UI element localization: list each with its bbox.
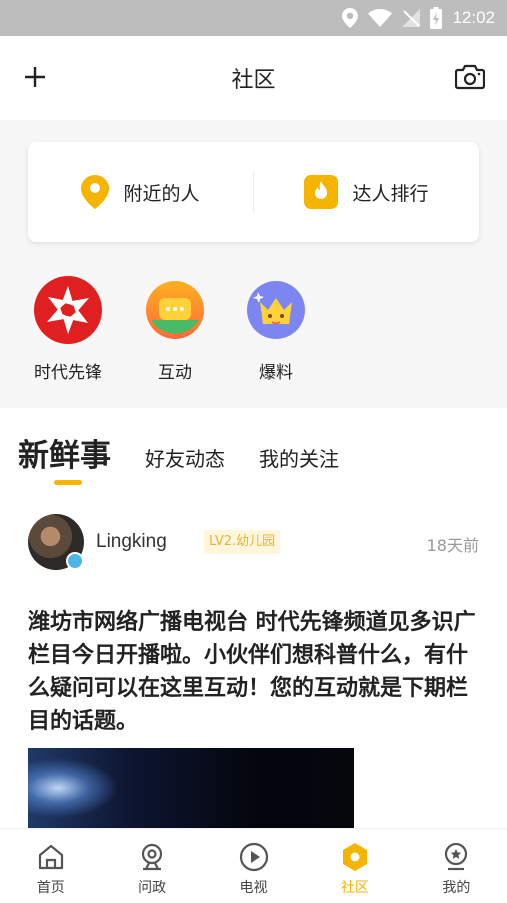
chat-bubble-icon [141,276,209,344]
feature-label: 时代先锋 [34,363,102,383]
feature-interaction[interactable]: 互动 [125,276,225,383]
nav-home[interactable]: 首页 [0,829,101,903]
image-light-flare [28,758,118,818]
expert-ranking-label: 达人排行 [352,182,429,205]
quick-links-card: 附近的人 达人排行 [28,142,479,242]
nav-label: 电视 [239,880,268,896]
no-signal-icon [402,9,421,27]
location-pin-icon [81,175,110,209]
flame-icon [304,175,339,209]
nav-label: 我的 [442,880,471,896]
post-text[interactable]: 潍坊市网络广播电视台 时代先锋频道见多识广 栏目今日开播啦。小伙伴们想科普什么，… [28,606,483,738]
nav-profile[interactable]: 我的 [406,829,507,903]
feature-pioneer[interactable]: 时代先锋 [18,276,118,383]
feature-scoop[interactable]: 爆料 [226,276,326,383]
nav-label: 社区 [340,880,369,896]
battery-charging-icon [430,7,443,29]
nav-label: 问政 [138,880,167,896]
bottom-navigation: 首页 问政 电视 社区 我的 [0,828,507,903]
status-bar: 12:02 [0,0,507,36]
avatar[interactable] [28,514,84,570]
post-username[interactable]: Lingking [96,531,167,553]
level-badge: LV2.幼儿园 [204,530,281,554]
feed-section: 新鲜事 好友动态 我的关注 Lingking LV2.幼儿园 18天前 潍坊市网… [0,408,507,828]
nav-politics[interactable]: 问政 [101,829,202,903]
status-time: 12:02 [452,8,495,27]
location-status-icon [342,8,359,28]
expert-ranking-button[interactable]: 达人排行 [254,142,479,242]
nearby-people-label: 附近的人 [123,182,200,205]
profile-star-icon [445,842,468,871]
verified-badge-icon [66,552,84,570]
add-icon[interactable] [22,64,48,90]
play-icon [239,842,268,872]
feature-label: 互动 [158,363,192,383]
nav-community[interactable]: 社区 [304,829,405,903]
hexagon-icon [342,843,367,871]
tab-following[interactable]: 我的关注 [259,443,339,472]
post-time: 18天前 [426,536,479,555]
post-image[interactable] [28,748,354,828]
camera-icon[interactable] [455,64,485,90]
nav-tv[interactable]: 电视 [203,829,304,903]
post-header: Lingking LV2.幼儿园 18天前 [28,514,479,572]
feature-shortcuts: 时代先锋 互动 爆料 [0,270,507,400]
home-icon [38,844,63,870]
tab-news[interactable]: 新鲜事 [18,430,111,475]
aperture-icon [34,276,102,344]
crown-face-icon [242,276,310,344]
tab-friends[interactable]: 好友动态 [145,443,225,472]
wifi-icon [368,9,393,27]
app-header: 社区 [0,36,507,120]
page-title: 社区 [231,68,276,93]
nav-label: 首页 [36,880,65,896]
webcam-icon [142,843,163,871]
feature-label: 爆料 [259,363,293,383]
nearby-people-button[interactable]: 附近的人 [28,142,253,242]
active-tab-indicator [54,480,82,485]
